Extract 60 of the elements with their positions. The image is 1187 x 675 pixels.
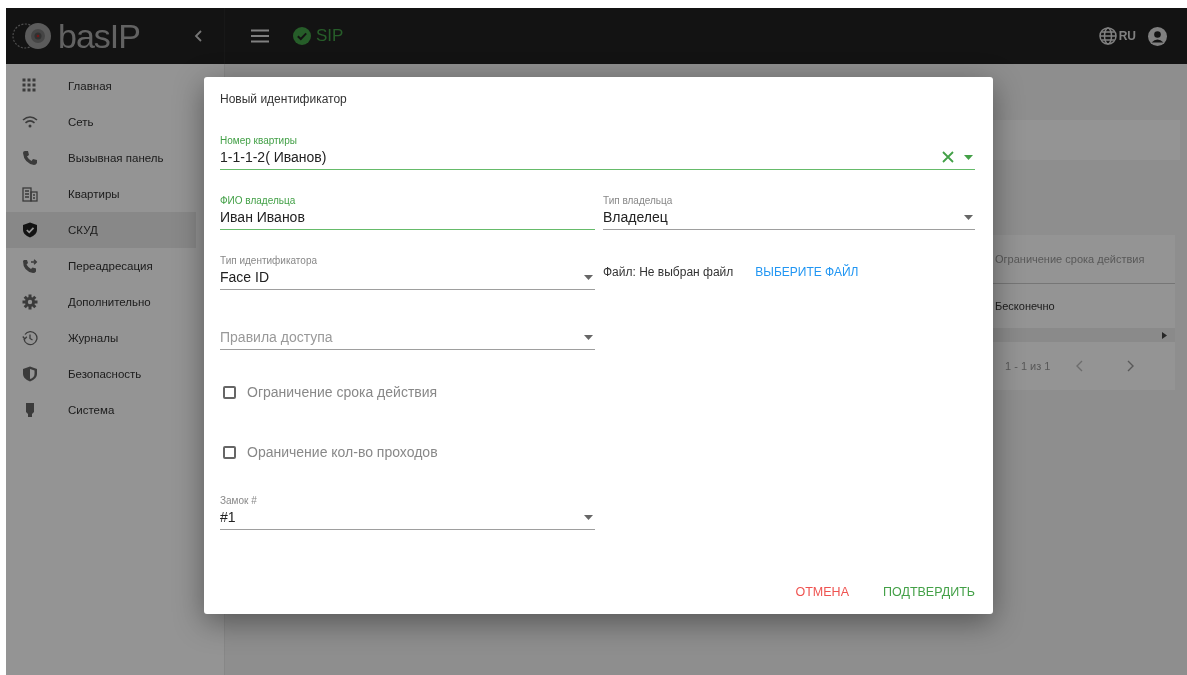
field-label: ФИО владельца xyxy=(220,194,297,207)
cancel-button[interactable]: ОТМЕНА xyxy=(795,585,849,599)
close-icon[interactable] xyxy=(942,151,954,163)
caret-icon xyxy=(964,214,973,220)
grid-icon xyxy=(22,78,38,94)
history-icon xyxy=(22,330,38,346)
file-status-text: Файл: Не выбран файл xyxy=(603,265,734,279)
sidebar-item[interactable]: Журналы xyxy=(6,320,196,356)
language-label[interactable]: RU xyxy=(1118,29,1136,43)
select-field[interactable]: Тип владельца Владелец xyxy=(603,194,975,230)
confirm-button[interactable]: ПОДТВЕРДИТЬ xyxy=(883,585,975,599)
select-field[interactable]: Правила доступа xyxy=(220,314,595,350)
field-value: #1 xyxy=(220,509,237,525)
checkbox-label[interactable]: Ограничение срока действия xyxy=(247,384,438,400)
menu-icon[interactable] xyxy=(251,29,269,43)
text-field[interactable]: ФИО владельца Иван Иванов xyxy=(220,194,595,230)
shield-check-icon xyxy=(22,222,38,238)
choose-file-button[interactable]: ВЫБЕРИТЕ ФАЙЛ xyxy=(755,265,859,279)
field-value: Иван Иванов xyxy=(220,209,306,225)
shield-icon xyxy=(22,366,38,382)
checkbox[interactable] xyxy=(223,445,236,459)
logo-text: basIP xyxy=(58,19,140,53)
caret-icon xyxy=(584,514,593,520)
field-label: Замок # xyxy=(220,494,258,507)
chevron-left-icon[interactable] xyxy=(194,29,204,43)
field-label: Тип идентификатора xyxy=(220,254,319,267)
building-icon xyxy=(22,186,38,202)
account-icon[interactable] xyxy=(1148,26,1167,46)
field-placeholder: Правила доступа xyxy=(220,329,334,345)
sidebar-item[interactable]: Дополнительно xyxy=(6,284,196,320)
table-cell-text: Бесконечно xyxy=(995,300,1056,312)
wifi-icon xyxy=(22,114,38,130)
sidebar-item[interactable]: Вызывная панель xyxy=(6,140,196,176)
checkbox-label[interactable]: Ораничение кол-во проходов xyxy=(247,444,438,460)
field-label: Номер квартиры xyxy=(220,134,298,147)
caret-icon xyxy=(964,154,973,160)
gear-icon xyxy=(22,294,38,310)
sidebar-item[interactable]: СКУД xyxy=(6,212,196,248)
sidebar-item[interactable]: Главная xyxy=(6,68,196,104)
phone-icon xyxy=(22,150,38,166)
sidebar-item[interactable]: Переадресация xyxy=(6,248,196,284)
sidebar-item[interactable]: Безопасность xyxy=(6,356,196,392)
caret-icon xyxy=(584,274,593,280)
sidebar-item[interactable]: Сеть xyxy=(6,104,196,140)
globe-icon[interactable] xyxy=(1098,27,1117,45)
sidebar-item[interactable]: Система xyxy=(6,392,196,428)
field-value: 1-1-1-2( Иванов) xyxy=(220,149,328,165)
scroll-right-icon[interactable] xyxy=(1162,331,1167,339)
sip-status-text: SIP xyxy=(316,26,344,46)
caret-icon xyxy=(584,334,593,340)
checkbox[interactable] xyxy=(223,385,236,399)
phone-forward-icon xyxy=(22,258,38,274)
sidebar-item[interactable]: Квартиры xyxy=(6,176,196,212)
select-field[interactable]: Номер квартиры 1-1-1-2( Иванов) xyxy=(220,134,975,170)
field-label: Тип владельца xyxy=(603,194,674,207)
field-value: Face ID xyxy=(220,269,270,285)
field-value: Владелец xyxy=(603,209,669,225)
select-field[interactable]: Тип идентификатора Face ID xyxy=(220,254,595,290)
select-field[interactable]: Замок # #1 xyxy=(220,494,595,530)
dialog-title: Новый идентификатор xyxy=(220,92,348,106)
